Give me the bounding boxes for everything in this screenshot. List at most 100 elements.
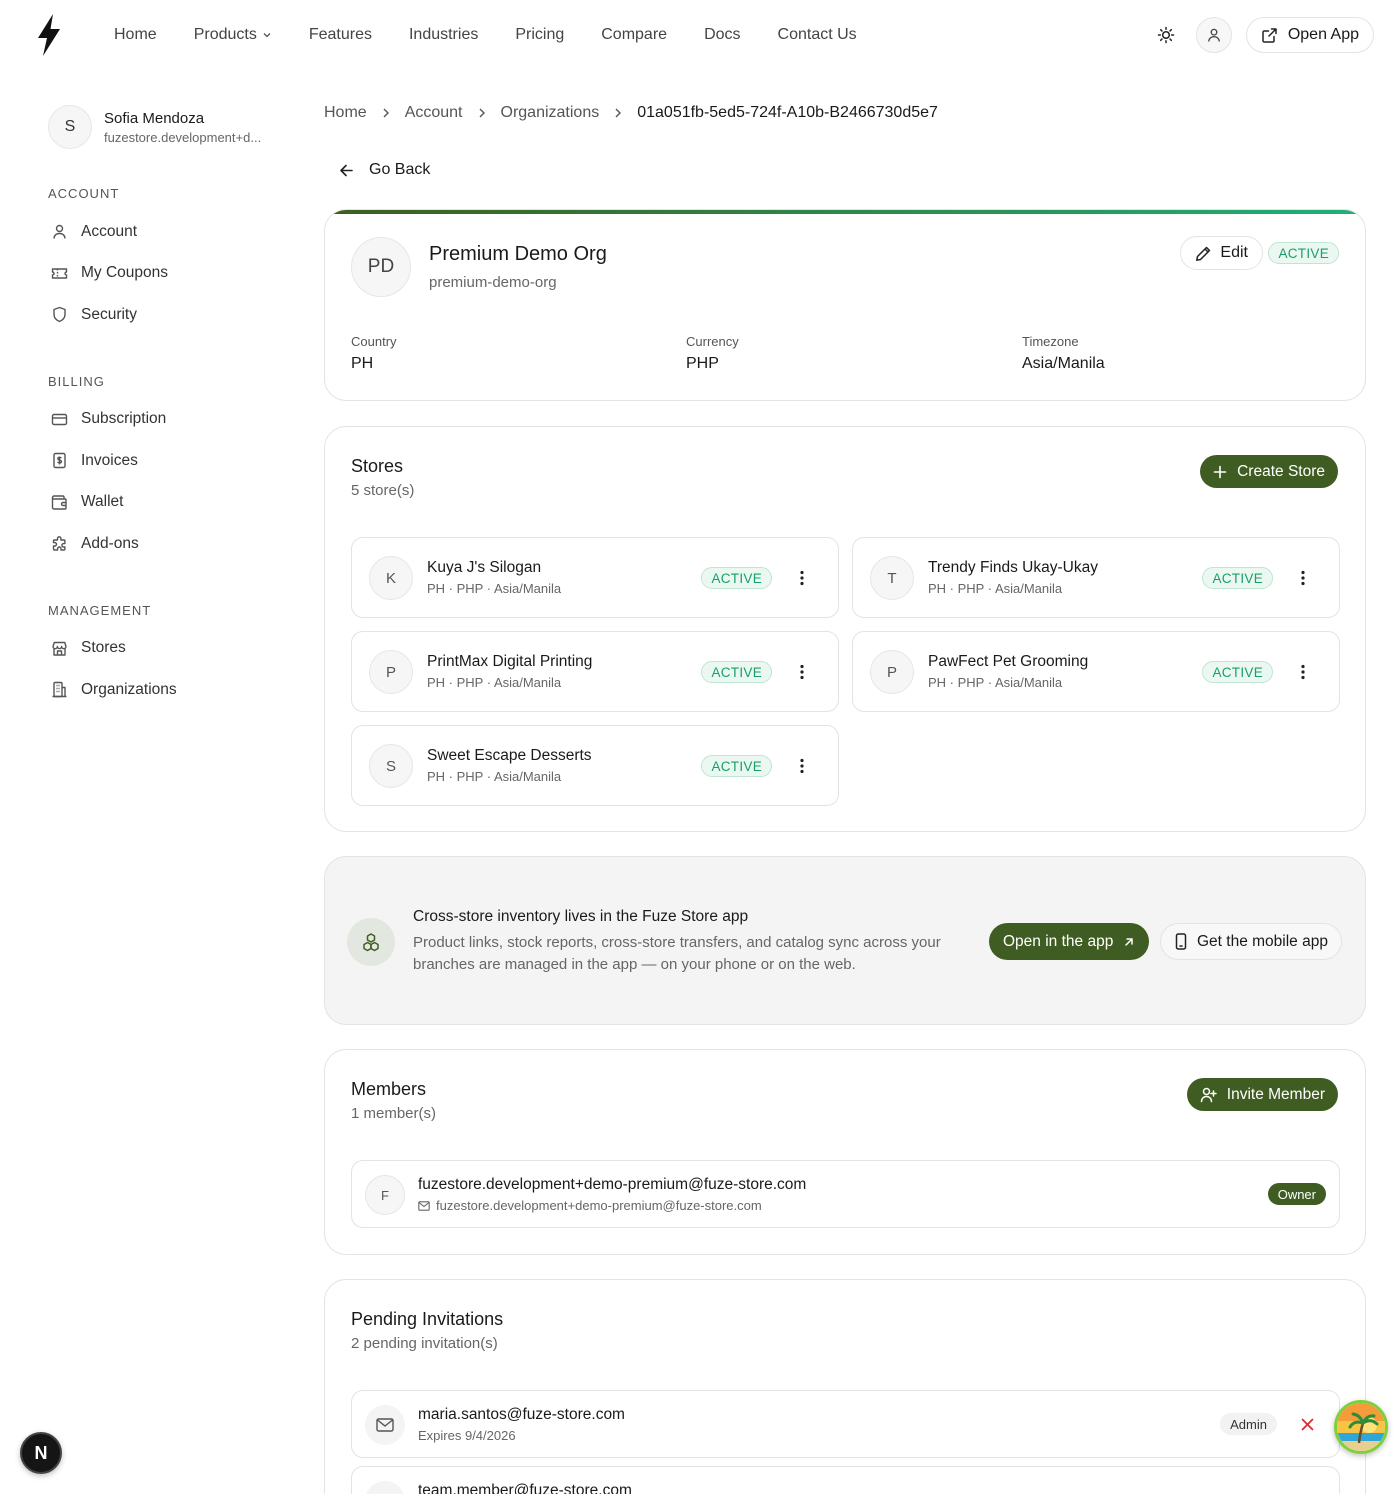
more-vertical-icon[interactable]	[1295, 662, 1311, 682]
sidebar-item-security[interactable]: Security	[48, 294, 288, 336]
status-badge: ACTIVE	[701, 567, 772, 589]
store-name: Trendy Finds Ukay-Ukay	[928, 559, 1098, 576]
sidebar-item-wallet[interactable]: Wallet	[48, 482, 288, 524]
open-app-label: Open App	[1287, 26, 1359, 43]
go-back-button[interactable]: Go Back	[338, 161, 430, 179]
plus-icon	[1213, 465, 1227, 478]
edit-org-button[interactable]: Edit	[1180, 236, 1263, 270]
meta-label: Timezone	[1022, 334, 1079, 349]
smartphone-icon	[1175, 933, 1187, 950]
sidebar-item-invoices[interactable]: Invoices	[48, 440, 288, 482]
store-card[interactable]: S Sweet Escape Desserts PH · PHP · Asia/…	[351, 725, 839, 806]
sun-icon	[1157, 26, 1175, 44]
get-mobile-app-label: Get the mobile app	[1197, 932, 1328, 950]
open-app-button[interactable]: Open App	[1245, 17, 1374, 53]
nav-features[interactable]: Features	[309, 26, 372, 44]
user-plus-icon	[1200, 1087, 1217, 1103]
sidebar-user-card: S Sofia Mendoza fuzestore.development+d.…	[48, 104, 288, 150]
invitation-email: maria.santos@fuze-store.com	[418, 1406, 625, 1423]
sidebar-item-account[interactable]: Account	[48, 211, 288, 253]
org-country: Country PH	[351, 334, 397, 373]
wallet-icon	[51, 495, 67, 510]
open-in-app-label: Open in the app	[1003, 932, 1114, 950]
sidebar-item-my-coupons[interactable]: My Coupons	[48, 253, 288, 295]
arrow-up-right-icon	[1125, 937, 1134, 946]
role-badge-admin: Admin	[1220, 1413, 1277, 1435]
receipt-icon	[53, 453, 66, 469]
user-menu-button[interactable]	[1195, 17, 1232, 53]
beach-avatar-icon[interactable]	[1334, 1400, 1388, 1454]
nav-industries[interactable]: Industries	[409, 26, 478, 44]
more-vertical-icon[interactable]	[794, 756, 810, 776]
open-in-app-button[interactable]: Open in the app	[989, 923, 1150, 960]
avatar: K	[369, 556, 413, 600]
avatar: F	[365, 1175, 405, 1215]
user-email: fuzestore.development+d...	[104, 129, 262, 145]
sidebar-item-label: Wallet	[81, 493, 124, 511]
more-vertical-icon[interactable]	[794, 568, 810, 588]
sidebar-item-add-ons[interactable]: Add-ons	[48, 523, 288, 565]
org-currency: Currency PHP	[686, 334, 739, 373]
pending-count: 2 pending invitation(s)	[351, 1335, 498, 1352]
nav-products[interactable]: Products	[194, 26, 272, 44]
nav-docs[interactable]: Docs	[704, 26, 740, 44]
account-sidebar: S Sofia Mendoza fuzestore.development+d.…	[48, 104, 288, 711]
breadcrumb-home[interactable]: Home	[324, 104, 367, 122]
status-badge: ACTIVE	[701, 661, 772, 683]
revoke-invitation-close-icon[interactable]	[1297, 1414, 1317, 1434]
brand-logo-icon[interactable]	[36, 14, 62, 56]
dev-tools-badge[interactable]: N	[20, 1432, 62, 1474]
meta-label: Country	[351, 334, 397, 349]
promo-title: Cross-store inventory lives in the Fuze …	[413, 908, 749, 925]
sidebar-item-label: Add-ons	[81, 534, 139, 552]
breadcrumb-account[interactable]: Account	[405, 104, 463, 122]
arrow-left-icon	[340, 164, 353, 176]
breadcrumb: Home Account Organizations 01a051fb-5ed5…	[324, 104, 938, 122]
invitation-expiry: Expires 9/4/2026	[418, 1428, 516, 1443]
store-meta: PH · PHP · Asia/Manila	[427, 769, 562, 784]
nav-contact-us[interactable]: Contact Us	[778, 26, 857, 44]
sidebar-item-label: Account	[81, 222, 138, 240]
user-name: Sofia Mendoza	[104, 109, 205, 127]
store-card[interactable]: P PawFect Pet Grooming PH · PHP · Asia/M…	[852, 631, 1340, 712]
status-badge: ACTIVE	[1202, 567, 1273, 589]
org-name: Premium Demo Org	[429, 243, 607, 265]
ticket-icon	[51, 268, 68, 279]
members-title: Members	[351, 1079, 427, 1099]
theme-toggle-button[interactable]	[1148, 17, 1184, 53]
store-meta: PH · PHP · Asia/Manila	[427, 581, 562, 596]
member-email: fuzestore.development+demo-premium@fuze-…	[436, 1198, 762, 1213]
nav-compare[interactable]: Compare	[601, 26, 667, 44]
sidebar-item-label: Stores	[81, 639, 126, 657]
dev-tools-label: N	[34, 1442, 48, 1463]
org-timezone: Timezone Asia/Manila	[1022, 334, 1105, 373]
nav-home[interactable]: Home	[114, 26, 157, 44]
meta-value: PH	[351, 355, 374, 372]
store-card[interactable]: T Trendy Finds Ukay-Ukay PH · PHP · Asia…	[852, 537, 1340, 618]
stores-title: Stores	[351, 456, 404, 476]
chevron-right-icon	[613, 107, 623, 119]
credit-card-icon	[51, 413, 68, 425]
store-meta: PH · PHP · Asia/Manila	[928, 675, 1063, 690]
create-store-button[interactable]: Create Store	[1200, 455, 1338, 488]
store-card[interactable]: K Kuya J's Silogan PH · PHP · Asia/Manil…	[351, 537, 839, 618]
status-badge: ACTIVE	[1268, 242, 1339, 264]
breadcrumb-organizations[interactable]: Organizations	[501, 104, 600, 122]
more-vertical-icon[interactable]	[794, 662, 810, 682]
get-mobile-app-button[interactable]: Get the mobile app	[1160, 923, 1342, 960]
meta-value: PHP	[686, 355, 719, 372]
store-name: Sweet Escape Desserts	[427, 747, 592, 764]
building-icon	[52, 682, 67, 698]
invite-member-button[interactable]: Invite Member	[1186, 1078, 1338, 1111]
sidebar-item-stores[interactable]: Stores	[48, 628, 288, 670]
sidebar-item-organizations[interactable]: Organizations	[48, 669, 288, 711]
more-vertical-icon[interactable]	[1295, 568, 1311, 588]
stores-count: 5 store(s)	[351, 482, 415, 499]
mail-icon	[365, 1481, 405, 1494]
nav-pricing[interactable]: Pricing	[515, 26, 564, 44]
member-email-line: fuzestore.development+demo-premium@fuze-…	[418, 1198, 762, 1213]
store-card[interactable]: P PrintMax Digital Printing PH · PHP · A…	[351, 631, 839, 712]
invitation-row: team.member@fuze-store.com	[351, 1466, 1340, 1494]
status-badge: ACTIVE	[701, 755, 772, 777]
sidebar-item-subscription[interactable]: Subscription	[48, 399, 288, 441]
